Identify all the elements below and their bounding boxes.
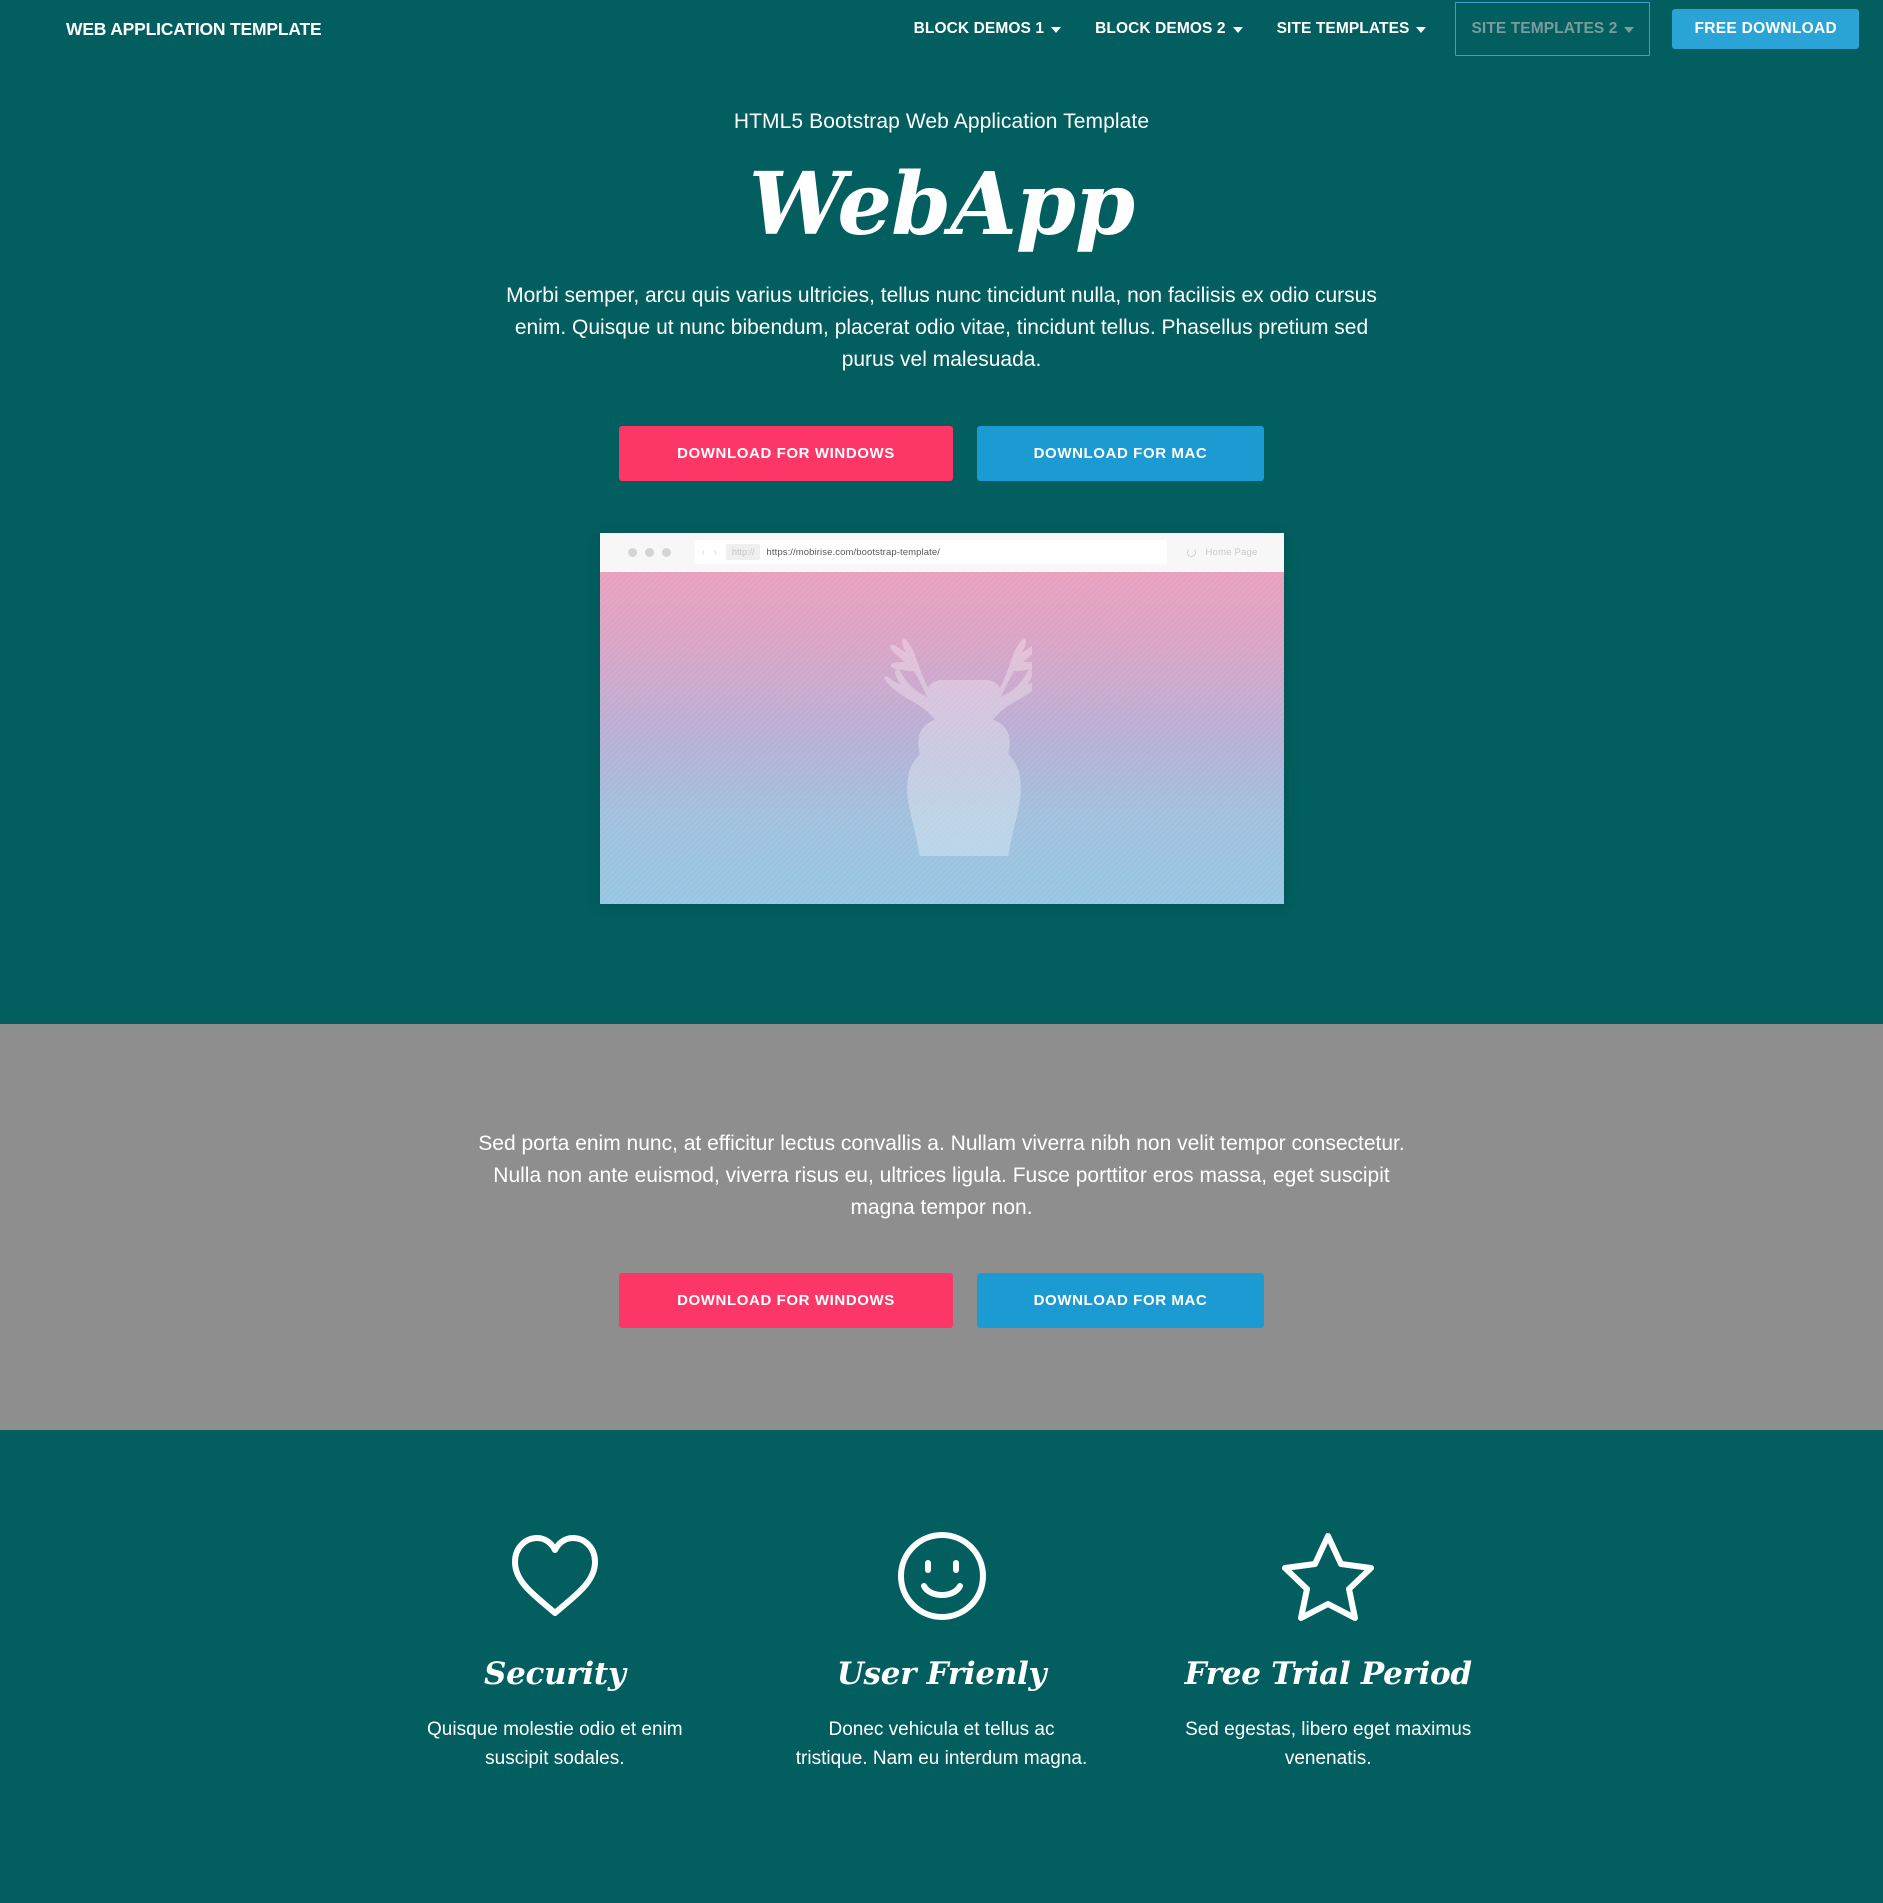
- brand-logo[interactable]: WEB APPLICATION TEMPLATE: [66, 19, 322, 40]
- nav-item-block-demos-2[interactable]: BLOCK DEMOS 2: [1078, 12, 1259, 46]
- secondary-download-windows-button[interactable]: DOWNLOAD FOR WINDOWS: [619, 1273, 953, 1329]
- feature-card-security: Security Quisque molestie odio et enim s…: [362, 1526, 749, 1773]
- star-icon: [1282, 1533, 1375, 1622]
- feature-description: Sed egestas, libero eget maximus venenat…: [1185, 1719, 1472, 1769]
- window-minimize-dot: [644, 547, 654, 557]
- feature-title: User Frienly: [836, 1656, 1047, 1693]
- feature-description: Quisque molestie odio et enim suscipit s…: [427, 1719, 683, 1769]
- browser-viewport: [599, 571, 1284, 904]
- browser-tab-label: Home Page: [1205, 546, 1258, 558]
- back-forward-arrows-icon: ‹ ›: [701, 546, 720, 558]
- browser-mockup: ‹ › http:// https://mobirise.com/bootstr…: [599, 532, 1284, 904]
- feature-icon-wrap: [1163, 1526, 1494, 1626]
- free-download-button[interactable]: FREE DOWNLOAD: [1672, 9, 1859, 49]
- nav-item-label: BLOCK DEMOS 1: [913, 20, 1045, 37]
- browser-url-bar[interactable]: ‹ › http:// https://mobirise.com/bootstr…: [694, 540, 1167, 565]
- hero-download-mac-button[interactable]: DOWNLOAD FOR MAC: [977, 425, 1264, 481]
- features-section: Security Quisque molestie odio et enim s…: [0, 1430, 1883, 1903]
- browser-chrome-bar: ‹ › http:// https://mobirise.com/bootstr…: [599, 532, 1284, 572]
- feature-card-user-friendly: User Frienly Donec vehicula et tellus ac…: [748, 1526, 1135, 1773]
- window-control-dots: [627, 547, 671, 557]
- chevron-down-icon: [1416, 27, 1427, 33]
- browser-mockup-wrap: ‹ › http:// https://mobirise.com/bootstr…: [0, 532, 1883, 904]
- nav-item-label: SITE TEMPLATES 2: [1471, 20, 1618, 37]
- heart-icon: [511, 1535, 598, 1617]
- url-scheme-chip: http://: [725, 544, 761, 561]
- features-grid: Security Quisque molestie odio et enim s…: [362, 1526, 1522, 1773]
- feature-card-free-trial: Free Trial Period Sed egestas, libero eg…: [1135, 1526, 1522, 1773]
- reload-icon[interactable]: [1186, 547, 1196, 557]
- smiley-icon: [897, 1532, 986, 1621]
- deer-silhouette-icon: [883, 638, 1032, 856]
- url-text: https://mobirise.com/bootstrap-template/: [766, 546, 940, 558]
- nav-item-label: SITE TEMPLATES: [1276, 20, 1410, 37]
- chevron-down-icon: [1624, 27, 1635, 33]
- hero-button-row: DOWNLOAD FOR WINDOWS DOWNLOAD FOR MAC: [0, 425, 1883, 481]
- window-maximize-dot: [661, 547, 671, 557]
- nav-item-site-templates-2[interactable]: SITE TEMPLATES 2: [1455, 2, 1651, 56]
- secondary-paragraph: Sed porta enim nunc, at efficitur lectus…: [478, 1131, 1405, 1219]
- secondary-button-row: DOWNLOAD FOR WINDOWS DOWNLOAD FOR MAC: [0, 1273, 1883, 1329]
- feature-title: Security: [484, 1656, 626, 1693]
- nav-links-group: BLOCK DEMOS 1 BLOCK DEMOS 2 SITE TEMPLAT…: [897, 2, 1859, 56]
- feature-icon-wrap: [390, 1526, 721, 1626]
- secondary-cta-section: Sed porta enim nunc, at efficitur lectus…: [0, 1023, 1883, 1431]
- nav-item-block-demos-1[interactable]: BLOCK DEMOS 1: [897, 12, 1078, 46]
- nav-item-site-templates[interactable]: SITE TEMPLATES: [1260, 12, 1444, 46]
- window-close-dot: [627, 547, 637, 557]
- chevron-down-icon: [1051, 27, 1062, 33]
- feature-icon-wrap: [776, 1526, 1107, 1626]
- main-navbar: WEB APPLICATION TEMPLATE BLOCK DEMOS 1 B…: [0, 0, 1883, 58]
- secondary-download-mac-button[interactable]: DOWNLOAD FOR MAC: [977, 1273, 1264, 1329]
- hero-section: HTML5 Bootstrap Web Application Template…: [0, 58, 1883, 1024]
- feature-description: Donec vehicula et tellus ac tristique. N…: [795, 1719, 1088, 1769]
- chevron-down-icon: [1232, 27, 1243, 33]
- nav-item-label: BLOCK DEMOS 2: [1095, 20, 1226, 37]
- hero-paragraph: Morbi semper, arcu quis varius ultricies…: [506, 284, 1377, 371]
- hero-download-windows-button[interactable]: DOWNLOAD FOR WINDOWS: [619, 425, 953, 481]
- feature-title: Free Trial Period: [1184, 1656, 1472, 1693]
- hero-kicker: HTML5 Bootstrap Web Application Template: [733, 110, 1150, 133]
- page-title: WebApp: [748, 154, 1135, 255]
